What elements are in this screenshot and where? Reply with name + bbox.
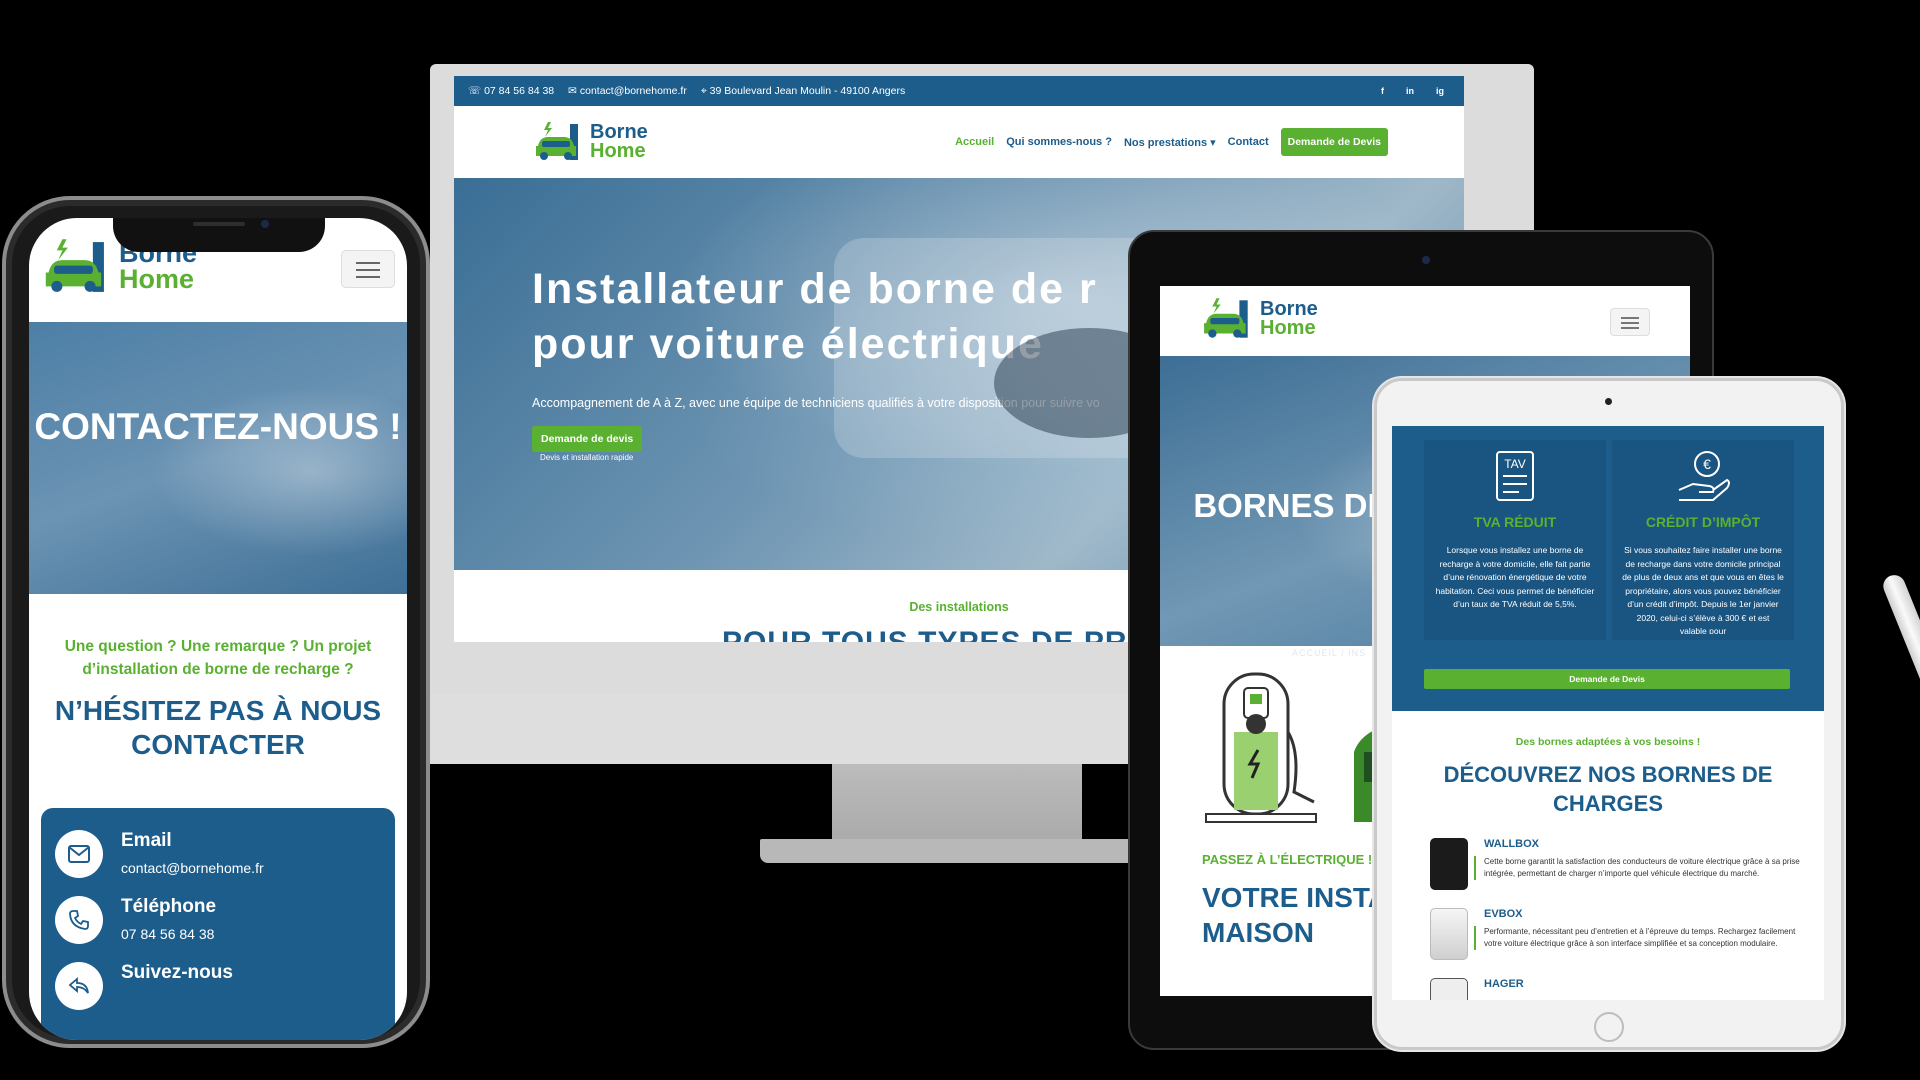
stylus-pen	[1880, 571, 1920, 914]
hero-button-note: Devis et installation rapide	[540, 453, 634, 462]
home-button	[1594, 1012, 1624, 1042]
product-evbox[interactable]: EVBOX Performante, nécessitant peu d’ent…	[1430, 908, 1810, 960]
phone-icon	[55, 896, 103, 944]
car-charger-icon	[1204, 298, 1248, 338]
chargers-title: DÉCOUVREZ NOS BORNES DE CHARGES	[1443, 762, 1773, 816]
contact-email-label: Email	[121, 830, 172, 851]
product-description: Cette borne garantit la satisfaction des…	[1474, 856, 1810, 880]
benefit-credit-text: Si vous souhaitez faire installer une bo…	[1622, 545, 1784, 634]
car-charger-icon	[45, 239, 104, 292]
contact-phone-value[interactable]: 07 84 56 84 38	[121, 926, 216, 942]
contact-phone-row[interactable]: Téléphone 07 84 56 84 38	[55, 896, 216, 944]
contact-question: Une question ? Une remarque ? Un projet …	[64, 638, 372, 678]
product-description: Performante, nécessitant peu d’entretien…	[1474, 926, 1810, 950]
svg-text:€: €	[1703, 456, 1711, 472]
product-name: WALLBOX	[1484, 838, 1539, 850]
car-charger-icon	[536, 122, 578, 160]
hager-image	[1430, 978, 1468, 1000]
hamburger-menu-icon[interactable]	[1610, 308, 1650, 336]
wallbox-image	[1430, 838, 1468, 890]
svg-text:TAV: TAV	[1504, 457, 1526, 471]
quote-request-button[interactable]: Demande de Devis	[1424, 669, 1790, 689]
contact-cta-title: N’HÉSITEZ PAS À NOUS CONTACTER	[54, 695, 382, 760]
monitor-stand-base	[760, 839, 1160, 863]
hero-quote-button[interactable]: Demande de devis	[532, 426, 643, 452]
top-contact-bar: ☏ 07 84 56 84 38 ✉ contact@bornehome.fr …	[454, 76, 1464, 106]
topbar-email[interactable]: ✉ contact@bornehome.fr	[568, 85, 687, 98]
linkedin-icon[interactable]: in	[1406, 86, 1414, 96]
hero-subtitle: Accompagnement de A à Z, avec une équipe…	[532, 396, 1100, 410]
share-icon	[55, 962, 103, 1010]
evbox-image	[1430, 908, 1468, 960]
contact-email-row[interactable]: Email contact@bornehome.fr	[55, 830, 264, 878]
benefit-tva-heading: TVA RÉDUIT	[1473, 514, 1557, 530]
nav-qui-sommes-nous[interactable]: Qui sommes-nous ?	[1006, 136, 1112, 148]
topbar-phone[interactable]: ☏ 07 84 56 84 38	[468, 85, 554, 98]
site-logo[interactable]: Borne Home	[534, 120, 648, 164]
product-name: HAGER	[1484, 978, 1524, 990]
chargers-kicker: Des bornes adaptées à vos besoins !	[1515, 736, 1701, 748]
benefit-credit-heading: CRÉDIT D’IMPÔT	[1645, 514, 1761, 530]
contact-hero: CONTACTEZ-NOUS !	[29, 322, 407, 594]
monitor-stand	[832, 764, 1082, 849]
tax-document-icon: TAV	[1496, 451, 1534, 501]
smartphone: Borne Home CONTACTEZ-NOUS ! Une question…	[2, 196, 430, 1048]
product-wallbox[interactable]: WALLBOX Cette borne garantit la satisfac…	[1430, 838, 1810, 890]
nav-nos-prestations[interactable]: Nos prestations ▾	[1124, 136, 1216, 149]
contact-card: Email contact@bornehome.fr Téléphone 07 …	[41, 808, 395, 1040]
section-title: POUR TOUS TYPES DE PRO	[722, 626, 1152, 642]
product-name: EVBOX	[1484, 908, 1523, 920]
logo-text-home: Home	[119, 264, 195, 294]
contact-social-row[interactable]: Suivez-nous	[55, 962, 233, 1010]
ipad-screen: TAV TVA RÉDUIT Lorsque vous installez un…	[1392, 426, 1824, 1000]
hamburger-menu-icon[interactable]	[341, 250, 395, 288]
product-hager[interactable]: HAGER	[1430, 978, 1810, 1000]
logo-text-home: Home	[590, 140, 646, 162]
facebook-icon[interactable]: f	[1381, 86, 1384, 96]
breadcrumb[interactable]: ACCUEIL / INS	[1292, 648, 1366, 658]
nav-accueil[interactable]: Accueil	[955, 136, 994, 148]
main-navigation: Borne Home Accueil Qui sommes-nous ? Nos…	[454, 106, 1464, 178]
site-logo[interactable]: Borne Home	[1202, 296, 1318, 342]
contact-hero-title: CONTACTEZ-NOUS !	[34, 406, 402, 447]
benefit-credit: € CRÉDIT D’IMPÔT Si vous souhaitez faire…	[1612, 440, 1794, 640]
contact-social-label: Suivez-nous	[121, 962, 233, 983]
tablet-white: TAV TVA RÉDUIT Lorsque vous installez un…	[1374, 378, 1844, 1050]
mail-icon	[55, 830, 103, 878]
contact-phone-label: Téléphone	[121, 896, 217, 917]
phone-screen: Borne Home CONTACTEZ-NOUS ! Une question…	[29, 218, 407, 1040]
logo-text-home: Home	[1260, 317, 1316, 339]
topbar-address: ⌖ 39 Boulevard Jean Moulin - 49100 Anger…	[700, 84, 906, 97]
tablet-header: Borne Home	[1160, 286, 1690, 356]
products-kicker: PASSEZ À L’ÉLECTRIQUE !	[1202, 852, 1373, 867]
phone-notch	[113, 218, 325, 252]
instagram-icon[interactable]: ig	[1436, 86, 1444, 96]
nav-contact[interactable]: Contact	[1228, 136, 1269, 148]
tablet-camera	[1422, 256, 1430, 264]
benefits-section: TAV TVA RÉDUIT Lorsque vous installez un…	[1392, 426, 1824, 711]
coin-hand-icon: €	[1678, 451, 1730, 501]
benefit-tva: TAV TVA RÉDUIT Lorsque vous installez un…	[1424, 440, 1606, 640]
benefit-tva-text: Lorsque vous installez une borne de rech…	[1435, 545, 1595, 609]
contact-email-value[interactable]: contact@bornehome.fr	[121, 860, 264, 876]
quote-request-button[interactable]: Demande de Devis	[1280, 128, 1388, 156]
ipad-camera	[1605, 398, 1612, 405]
